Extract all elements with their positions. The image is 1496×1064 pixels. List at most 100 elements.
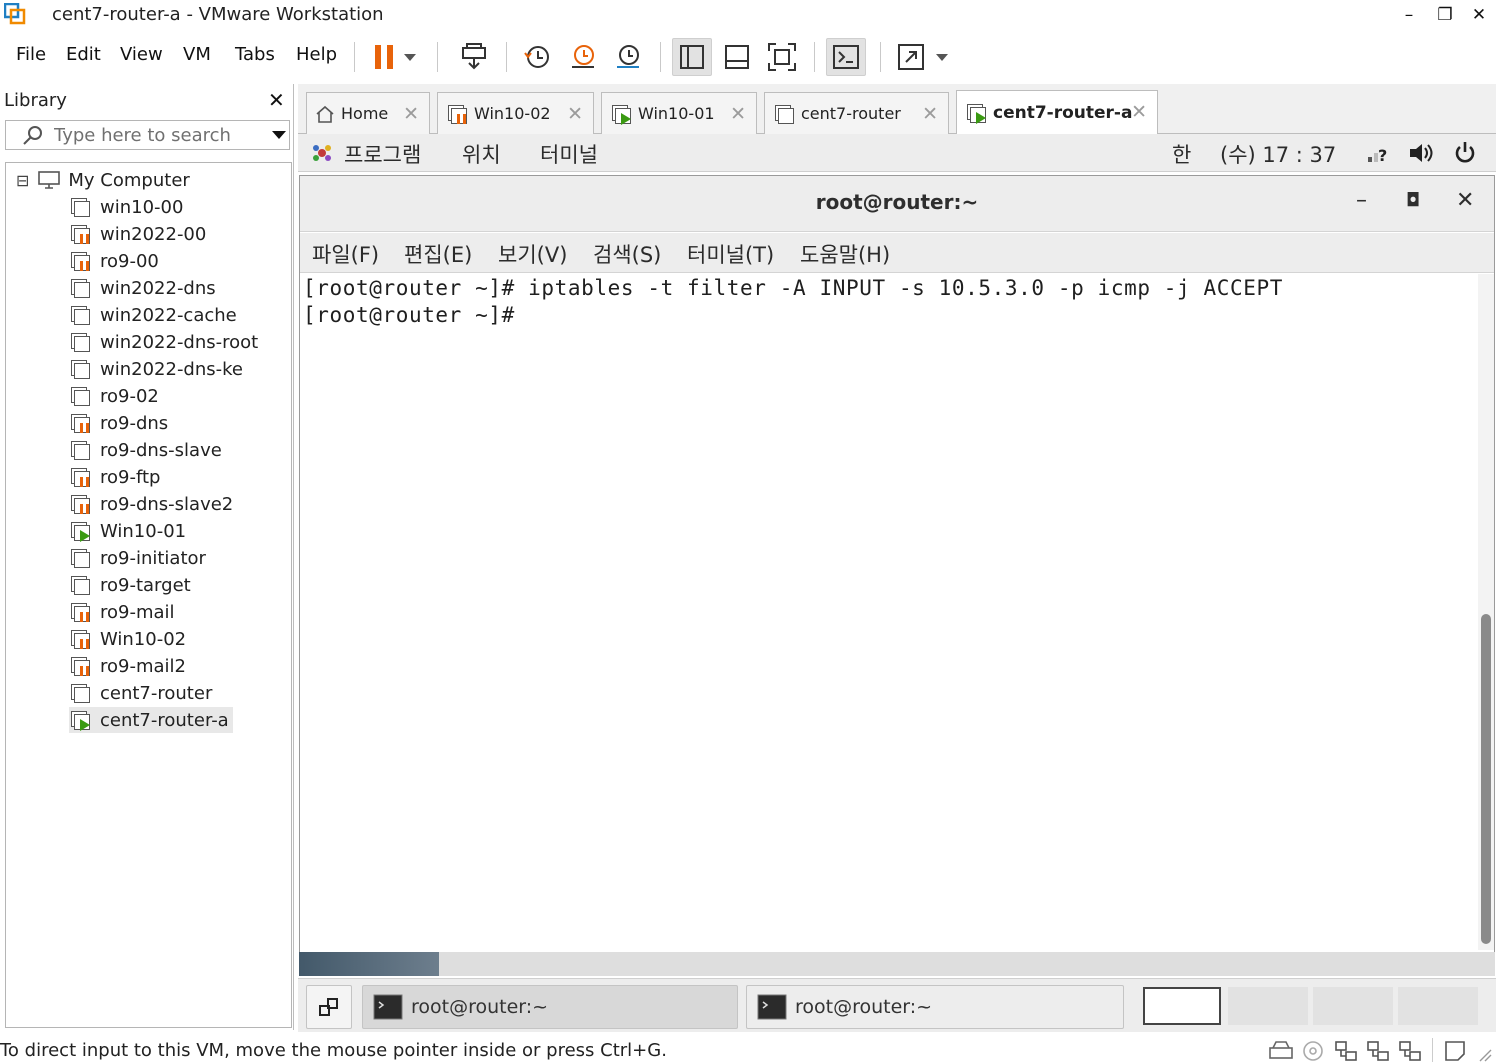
- cd-dvd-icon[interactable]: [1302, 1040, 1324, 1062]
- terminal-scrollbar[interactable]: [1478, 274, 1494, 950]
- full-screen-icon[interactable]: [762, 38, 802, 76]
- tree-item-ro9-mail[interactable]: ro9-mail: [69, 599, 179, 625]
- workspace-1[interactable]: [1143, 987, 1221, 1025]
- clock[interactable]: (수) 17 : 37: [1220, 139, 1336, 169]
- library-pane: Library ✕ ⊟ My Computer win10-00 win2022-…: [0, 84, 294, 1030]
- resize-grip-icon[interactable]: [1476, 1046, 1492, 1062]
- places-menu[interactable]: 위치: [462, 139, 501, 169]
- volume-icon[interactable]: [1408, 141, 1434, 165]
- tab-close-icon[interactable]: ✕: [567, 103, 583, 125]
- dropdown-icon[interactable]: [398, 38, 422, 76]
- tree-item-ro9-dns-slave[interactable]: ro9-dns-slave: [69, 437, 226, 463]
- tree-item-ro9-ftp[interactable]: ro9-ftp: [69, 464, 164, 490]
- menu-help[interactable]: Help: [296, 44, 337, 65]
- tab-win10-02[interactable]: Win10-02 ✕: [437, 92, 594, 134]
- terminal-menu-file[interactable]: 파일(F): [312, 239, 379, 269]
- status-separator: [1432, 1038, 1433, 1062]
- taskbar-window-label: root@router:~: [411, 996, 549, 1018]
- minimize-button[interactable]: –: [1392, 2, 1426, 28]
- terminal-menu-terminal[interactable]: 터미널(T): [687, 239, 774, 269]
- terminal-menu-search[interactable]: 검색(S): [593, 239, 661, 269]
- menu-view[interactable]: View: [120, 44, 163, 65]
- network-adapter-icon[interactable]: [1334, 1040, 1358, 1062]
- tree-item-ro9-02[interactable]: ro9-02: [69, 383, 163, 409]
- window-title: cent7-router-a - VMware Workstation: [52, 4, 384, 25]
- terminal-maximize-button[interactable]: ◘: [1406, 190, 1420, 211]
- tab-label: Win10-02: [474, 104, 551, 123]
- terminal-menu[interactable]: 터미널: [540, 139, 598, 169]
- show-desktop-button[interactable]: [306, 985, 352, 1029]
- applications-menu[interactable]: 프로그램: [344, 139, 421, 169]
- tab-home[interactable]: Home ✕: [306, 92, 430, 134]
- console-view-icon[interactable]: [826, 38, 866, 76]
- show-library-icon[interactable]: [672, 38, 712, 76]
- terminal-title: root@router:~: [815, 190, 979, 214]
- power-icon[interactable]: [1452, 140, 1478, 166]
- hard-disk-icon[interactable]: [1268, 1040, 1294, 1062]
- stretch-guest-icon[interactable]: [891, 38, 931, 76]
- close-window-button[interactable]: ✕: [1462, 2, 1496, 28]
- terminal-menu-view[interactable]: 보기(V): [498, 239, 567, 269]
- tab-cent7-router[interactable]: cent7-router ✕: [764, 92, 949, 134]
- terminal-menu-help[interactable]: 도움말(H): [800, 239, 890, 269]
- tab-close-icon[interactable]: ✕: [730, 103, 746, 125]
- terminal-app-icon: [757, 994, 787, 1020]
- network-adapter-2-icon[interactable]: [1366, 1040, 1390, 1062]
- tree-item-win2022-00[interactable]: win2022-00: [69, 221, 210, 247]
- tree-item-cent7-router-a[interactable]: cent7-router-a: [69, 707, 233, 733]
- tree-item-cent7-router[interactable]: cent7-router: [69, 680, 216, 706]
- vm-off-icon: [69, 331, 91, 353]
- tree-item-ro9-mail2[interactable]: ro9-mail2: [69, 653, 190, 679]
- tab-win10-01[interactable]: Win10-01 ✕: [601, 92, 757, 134]
- send-ctrl-alt-del-icon[interactable]: [454, 38, 494, 76]
- tree-item-win2022-dns[interactable]: win2022-dns: [69, 275, 220, 301]
- menu-edit[interactable]: Edit: [66, 44, 101, 65]
- tree-item-win10-01[interactable]: Win10-01: [69, 518, 190, 544]
- tree-item-win2022-dns-ke[interactable]: win2022-dns-ke: [69, 356, 247, 382]
- menu-file[interactable]: File: [16, 44, 46, 65]
- snapshot-manager-icon[interactable]: [608, 38, 648, 76]
- tab-close-icon[interactable]: ✕: [922, 103, 938, 125]
- taskbar-window-1[interactable]: root@router:~: [362, 985, 738, 1029]
- tree-item-ro9-initiator[interactable]: ro9-initiator: [69, 545, 210, 571]
- taskbar-window-2[interactable]: root@router:~: [746, 985, 1124, 1029]
- tab-close-icon[interactable]: ✕: [1131, 101, 1147, 123]
- tree-root-my-computer[interactable]: ⊟ My Computer: [16, 167, 190, 193]
- tree-item-win2022-dns-root[interactable]: win2022-dns-root: [69, 329, 262, 355]
- library-close-button[interactable]: ✕: [268, 88, 285, 112]
- stretch-dropdown-icon[interactable]: [930, 38, 954, 76]
- search-dropdown-icon[interactable]: [272, 131, 286, 139]
- network-question-icon[interactable]: ?: [1366, 141, 1392, 165]
- maximize-button[interactable]: ❐: [1428, 2, 1462, 28]
- tree-item-ro9-dns[interactable]: ro9-dns: [69, 410, 172, 436]
- terminal-close-button[interactable]: ✕: [1456, 188, 1474, 213]
- tree-item-win10-02[interactable]: Win10-02: [69, 626, 190, 652]
- input-method-indicator[interactable]: 한: [1172, 139, 1191, 169]
- tab-cent7-router-a[interactable]: cent7-router-a ✕: [956, 90, 1158, 134]
- network-adapter-3-icon[interactable]: [1398, 1040, 1422, 1062]
- snapshot-icon[interactable]: [517, 38, 557, 76]
- thumbnail-bar-icon[interactable]: [717, 38, 757, 76]
- search-input[interactable]: [54, 124, 254, 146]
- tree-item-win2022-cache[interactable]: win2022-cache: [69, 302, 241, 328]
- terminal-menu-edit[interactable]: 편집(E): [404, 239, 472, 269]
- vm-off-icon: [69, 439, 91, 461]
- workspace-3[interactable]: [1313, 987, 1393, 1025]
- workspace-2[interactable]: [1228, 987, 1308, 1025]
- menu-vm[interactable]: VM: [183, 44, 211, 65]
- message-log-icon[interactable]: [1444, 1040, 1466, 1062]
- collapse-icon[interactable]: ⊟: [16, 171, 29, 190]
- vm-off-icon: [69, 547, 91, 569]
- terminal-output[interactable]: [root@router ~]# iptables -t filter -A I…: [300, 274, 1476, 950]
- tree-item-win10-00[interactable]: win10-00: [69, 194, 187, 220]
- tree-item-ro9-dns-slave2[interactable]: ro9-dns-slave2: [69, 491, 237, 517]
- terminal-minimize-button[interactable]: –: [1356, 188, 1367, 213]
- revert-snapshot-icon[interactable]: [563, 38, 603, 76]
- tab-close-icon[interactable]: ✕: [403, 103, 419, 125]
- tree-item-label: ro9-dns: [100, 412, 169, 434]
- menu-tabs[interactable]: Tabs: [235, 44, 275, 65]
- tree-item-ro9-target[interactable]: ro9-target: [69, 572, 195, 598]
- tree-item-ro9-00[interactable]: ro9-00: [69, 248, 163, 274]
- scrollbar-thumb[interactable]: [1481, 614, 1491, 944]
- workspace-4[interactable]: [1398, 987, 1478, 1025]
